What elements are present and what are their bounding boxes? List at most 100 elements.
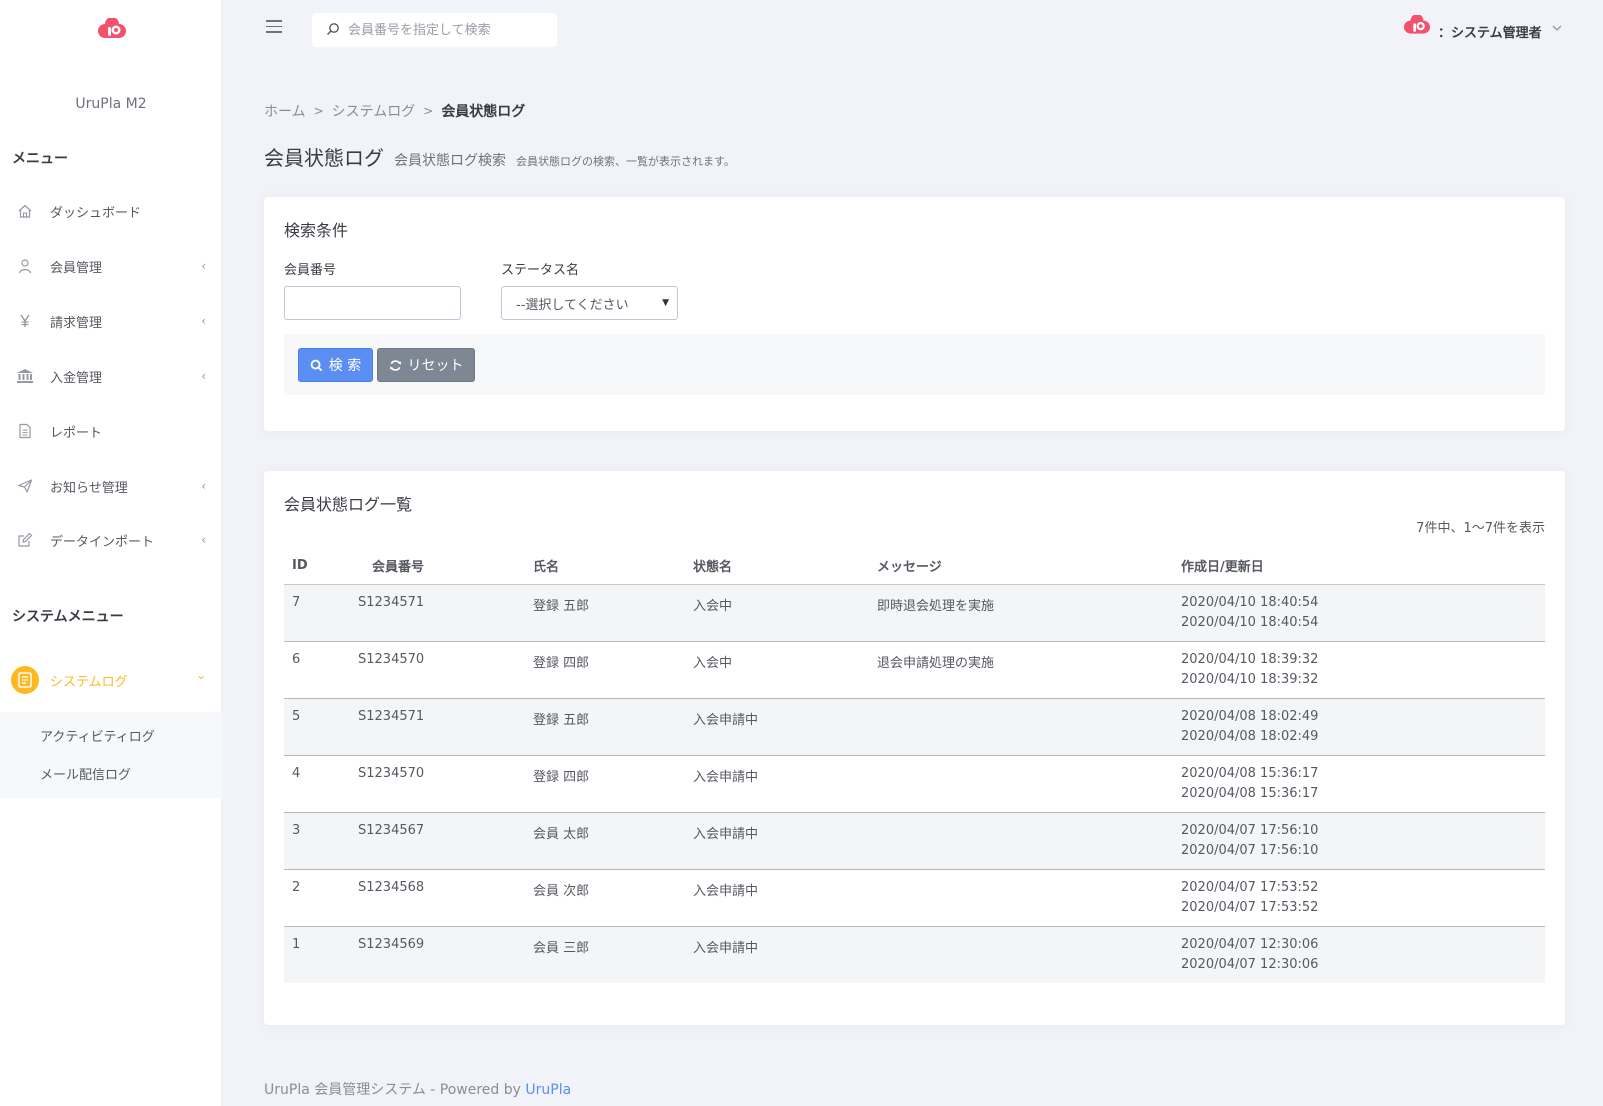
column-header-message[interactable]: メッセージ xyxy=(877,548,1181,585)
status-select[interactable]: --選択してください ▼ xyxy=(501,286,678,320)
cell-status: 入会申請中 xyxy=(693,869,877,927)
footer: UruPla 会員管理システム - Powered by UruPla xyxy=(264,1079,571,1099)
cell-status: 入会申請中 xyxy=(693,812,877,870)
sidebar-item-7[interactable]: データインポート ‹ xyxy=(0,520,222,560)
sidebar-item-5[interactable]: レポート xyxy=(0,411,222,451)
cell-message: 即時退会処理を実施 xyxy=(877,584,1181,642)
updated-at: 2020/04/08 15:36:17 xyxy=(1181,785,1319,801)
cell-name: 登録 四郎 xyxy=(533,641,693,699)
system-menu-title: システムメニュー xyxy=(12,609,124,625)
hamburger-menu-icon[interactable] xyxy=(266,20,282,34)
cell-datetime: 2020/04/08 18:02:49 2020/04/08 18:02:49 xyxy=(1181,698,1545,756)
user-avatar-icon[interactable] xyxy=(1402,15,1432,41)
updated-at: 2020/04/07 17:53:52 xyxy=(1181,899,1319,915)
breadcrumb-current: 会員状態ログ xyxy=(441,104,526,120)
sidebar-subitem-activity-log[interactable]: アクティビティログ xyxy=(40,726,155,745)
chevron-left-icon: ‹ xyxy=(201,369,206,383)
cell-status: 入会申請中 xyxy=(693,755,877,813)
sidebar-item-2[interactable]: 会員管理 ‹ xyxy=(0,246,222,286)
brand-name: UruPla M2 xyxy=(75,96,147,112)
page-title: 会員状態ログ xyxy=(264,146,384,170)
cell-id: 4 xyxy=(284,755,350,813)
sidebar-item-4[interactable]: 入金管理 ‹ xyxy=(0,356,222,396)
cell-message xyxy=(877,698,1181,756)
table-header-row: ID 会員番号 氏名 状態名 メッセージ 作成日/更新日 xyxy=(284,548,1545,585)
search-button[interactable]: 検 索 xyxy=(298,348,373,382)
sidebar-item-system-log[interactable]: システムログ ⌄ xyxy=(0,660,222,700)
cell-name: 登録 五郎 xyxy=(533,584,693,642)
cell-status: 入会中 xyxy=(693,641,877,699)
sidebar-item-1[interactable]: ダッシュボード xyxy=(0,191,222,231)
table-row: 4 S1234570 登録 四郎 入会申請中 2020/04/08 15:36:17 20… xyxy=(284,755,1545,813)
menu-title: メニュー xyxy=(12,151,68,167)
table-row: 5 S1234571 登録 五郎 入会申請中 2020/04/08 18:02:49 20… xyxy=(284,698,1545,756)
urupla-logo-icon[interactable] xyxy=(96,18,128,46)
chevron-left-icon: ‹ xyxy=(201,259,206,273)
created-at: 2020/04/10 18:39:32 xyxy=(1181,651,1319,667)
cell-datetime: 2020/04/10 18:39:32 2020/04/10 18:39:32 xyxy=(1181,641,1545,699)
cell-datetime: 2020/04/07 12:30:06 2020/04/07 12:30:06 xyxy=(1181,926,1545,983)
cell-message: 退会申請処理の実施 xyxy=(877,641,1181,699)
created-at: 2020/04/08 15:36:17 xyxy=(1181,765,1319,781)
breadcrumb-home[interactable]: ホーム xyxy=(264,101,306,121)
sidebar-item-label: お知らせ管理 xyxy=(50,480,128,496)
updated-at: 2020/04/10 18:39:32 xyxy=(1181,671,1319,687)
log-table: ID 会員番号 氏名 状態名 メッセージ 作成日/更新日 7 S1234571 登録… xyxy=(284,548,1545,983)
cell-name: 会員 次郎 xyxy=(533,869,693,927)
search-button-label: 検 索 xyxy=(328,358,362,374)
cell-name: 会員 太郎 xyxy=(533,812,693,870)
sidebar: UruPla M2 メニュー ダッシュボード 会員管理 ‹ 請求管理 ‹ 入金管理 ‹ レポー… xyxy=(0,0,222,1106)
breadcrumb-separator: > xyxy=(313,104,324,118)
footer-link[interactable]: UruPla xyxy=(525,1082,571,1098)
bank-icon xyxy=(16,367,34,385)
cell-id: 7 xyxy=(284,584,350,642)
sidebar-item-label: 請求管理 xyxy=(50,315,103,331)
cell-status: 入会申請中 xyxy=(693,926,877,983)
cell-message xyxy=(877,812,1181,870)
column-header-status[interactable]: 状態名 xyxy=(693,548,877,585)
sidebar-item-3[interactable]: 請求管理 ‹ xyxy=(0,301,222,341)
cell-name: 登録 四郎 xyxy=(533,755,693,813)
search-icon xyxy=(310,359,323,371)
breadcrumb-system-log[interactable]: システムログ xyxy=(332,101,416,121)
table-row: 1 S1234569 会員 三郎 入会申請中 2020/04/07 12:30:06 20… xyxy=(284,926,1545,983)
search-input[interactable] xyxy=(348,20,548,40)
cell-datetime: 2020/04/10 18:40:54 2020/04/10 18:40:54 xyxy=(1181,584,1545,642)
sidebar-item-label: システムログ xyxy=(50,674,128,690)
cell-id: 1 xyxy=(284,926,350,983)
reset-button[interactable]: リセット xyxy=(377,348,475,382)
updated-at: 2020/04/07 17:56:10 xyxy=(1181,842,1319,858)
footer-text: UruPla 会員管理システム - Powered by xyxy=(264,1082,526,1098)
user-name[interactable]: ：システム管理者 xyxy=(1438,22,1542,41)
cell-name: 会員 三郎 xyxy=(533,926,693,983)
updated-at: 2020/04/10 18:40:54 xyxy=(1181,614,1319,630)
column-header-datetime[interactable]: 作成日/更新日 xyxy=(1181,548,1545,585)
yen-icon xyxy=(16,312,34,330)
search-card: 検索条件 会員番号 ステータス名 --選択してください ▼ 検 索 リセット xyxy=(264,197,1565,431)
record-count: 7件中、1〜7件を表示 xyxy=(1416,521,1545,536)
table-row: 6 S1234570 登録 四郎 入会中 退会申請処理の実施 2020/04/10 18:… xyxy=(284,641,1545,699)
chevron-down-icon: ⌄ xyxy=(195,668,206,682)
search-card-title: 検索条件 xyxy=(284,221,349,240)
created-at: 2020/04/07 17:56:10 xyxy=(1181,822,1319,838)
column-header-id[interactable]: ID xyxy=(284,548,350,585)
created-at: 2020/04/08 18:02:49 xyxy=(1181,708,1319,724)
sidebar-item-label: データインポート xyxy=(50,534,155,550)
cell-id: 6 xyxy=(284,641,350,699)
column-header-member-no[interactable]: 会員番号 xyxy=(350,548,533,585)
cell-id: 5 xyxy=(284,698,350,756)
column-header-name[interactable]: 氏名 xyxy=(533,548,693,585)
member-no-label: 会員番号 xyxy=(284,263,337,278)
sidebar-subitem-mail-log[interactable]: メール配信ログ xyxy=(40,764,131,783)
edit-icon xyxy=(16,531,34,549)
member-no-input[interactable] xyxy=(284,286,461,320)
cell-status: 入会申請中 xyxy=(693,698,877,756)
chevron-left-icon: ‹ xyxy=(201,533,206,547)
sidebar-item-label: 会員管理 xyxy=(50,260,103,276)
breadcrumb-separator: > xyxy=(423,104,434,118)
sidebar-item-6[interactable]: お知らせ管理 ‹ xyxy=(0,466,222,506)
cell-datetime: 2020/04/08 15:36:17 2020/04/08 15:36:17 xyxy=(1181,755,1545,813)
cell-id: 3 xyxy=(284,812,350,870)
sidebar-item-label: 入金管理 xyxy=(50,370,103,386)
chevron-down-icon[interactable] xyxy=(1551,22,1563,34)
